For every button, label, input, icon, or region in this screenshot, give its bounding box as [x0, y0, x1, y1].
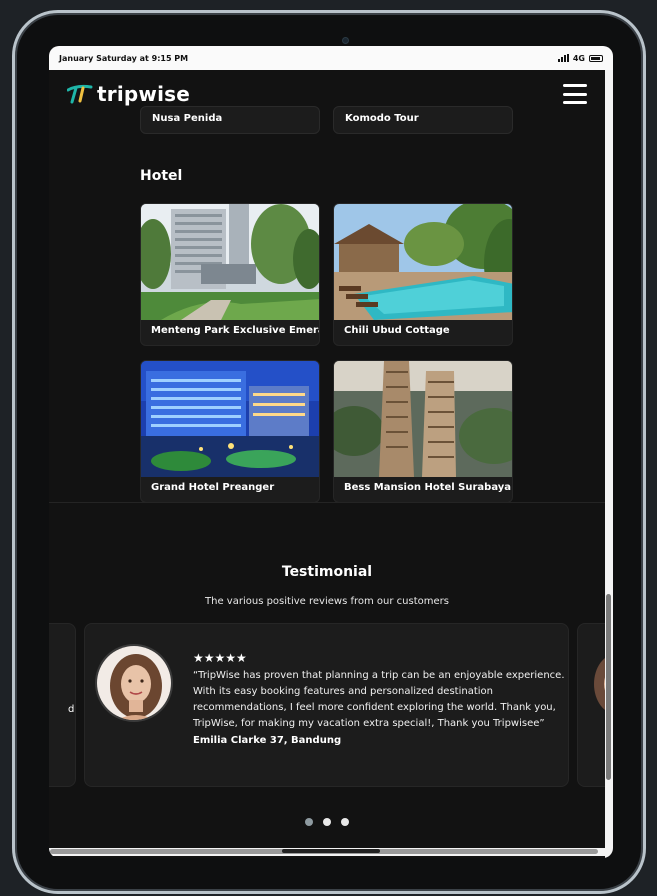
testimonial-title: Testimonial — [281, 564, 373, 580]
screen: January Saturday at 9:15 PM 4G Nusa Peni… — [49, 46, 613, 858]
hotel-photo — [334, 204, 512, 320]
customer-avatar — [95, 644, 173, 722]
hotel-card[interactable]: Grand Hotel Preanger — [140, 360, 320, 503]
next-customer-avatar — [594, 658, 605, 710]
testimonial-card-prev[interactable]: d — [49, 623, 76, 787]
status-bar: January Saturday at 9:15 PM 4G — [49, 46, 613, 70]
status-time: January Saturday at 9:15 PM — [59, 53, 189, 63]
vertical-scrollbar-thumb[interactable] — [606, 594, 611, 780]
hotel-photo — [334, 361, 512, 477]
carousel-dot[interactable] — [341, 818, 349, 826]
testimonial-card[interactable]: ★★★★★ “TripWise has proven that planning… — [84, 623, 569, 787]
rating-stars-icon: ★★★★★ — [193, 651, 247, 665]
hotel-photo — [141, 204, 319, 320]
testimonial-card-next[interactable] — [577, 623, 605, 787]
navbar: tripwise — [49, 70, 605, 118]
hotel-photo — [141, 361, 319, 477]
tripwise-logo-icon — [67, 84, 93, 104]
hotel-name: Menteng Park Exclusive Emerald — [151, 325, 320, 336]
hotel-name: Chili Ubud Cottage — [344, 325, 450, 336]
hotel-card[interactable]: Bess Mansion Hotel Surabaya — [333, 360, 513, 503]
hamburger-menu-icon[interactable] — [563, 84, 587, 104]
page-content: Nusa Penida Komodo Tour tripwise Hotel M… — [49, 70, 605, 856]
network-label: 4G — [572, 53, 585, 63]
hotel-name: Bess Mansion Hotel Surabaya — [344, 482, 512, 493]
section-divider — [49, 502, 605, 503]
signal-icon — [557, 54, 569, 62]
home-indicator[interactable] — [282, 849, 380, 853]
hotel-card[interactable]: Menteng Park Exclusive Emerald — [140, 203, 320, 346]
front-camera — [342, 37, 349, 44]
logo-text: tripwise — [97, 82, 190, 106]
testimonial-author: Emilia Clarke 37, Bandung — [193, 735, 342, 746]
testimonial-subtitle: The various positive reviews from our cu… — [205, 596, 449, 607]
battery-icon — [589, 54, 603, 62]
carousel-dot[interactable] — [323, 818, 331, 826]
carousel-dot[interactable] — [305, 818, 313, 826]
logo[interactable]: tripwise — [67, 82, 190, 106]
testimonial-quote: “TripWise has proven that planning a tri… — [193, 670, 565, 729]
hotel-section-title: Hotel — [140, 168, 183, 184]
carousel-pagination — [49, 818, 605, 826]
hotel-card[interactable]: Chili Ubud Cottage — [333, 203, 513, 346]
testimonial-fragment: d — [68, 704, 75, 715]
hotel-name: Grand Hotel Preanger — [151, 482, 275, 493]
